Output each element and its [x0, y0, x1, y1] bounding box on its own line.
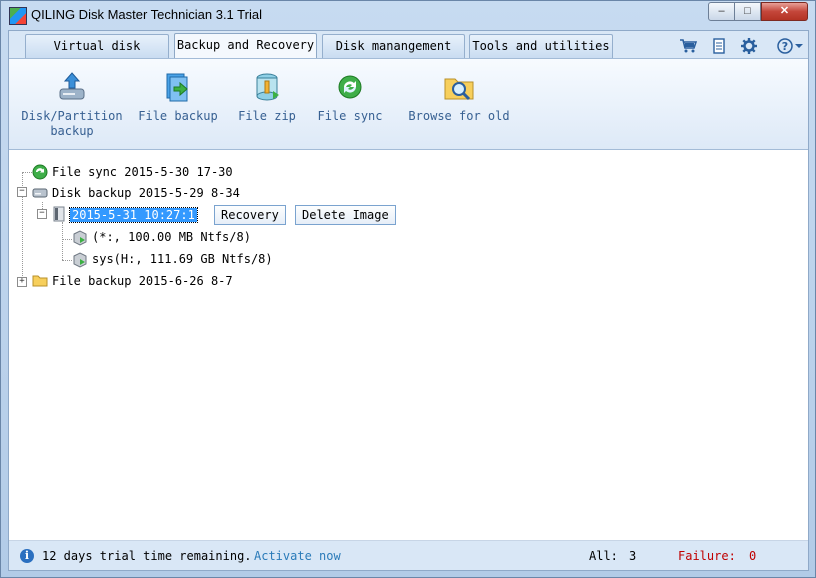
tree-item-file-backup[interactable]: File backup 2015-6-26 8-7 [52, 272, 233, 290]
recovery-button[interactable]: Recovery [214, 205, 286, 225]
disk-partition-backup-button[interactable]: Disk/Partition backup [15, 69, 129, 139]
toolbar-ribbon: Disk/Partition backup File backup File z… [9, 58, 808, 150]
collapse-icon[interactable]: − [17, 187, 27, 197]
failure-count-label: Failure: [678, 549, 736, 563]
file-backup-button[interactable]: File backup [137, 69, 219, 124]
app-logo-icon [9, 7, 27, 25]
trial-status-text: 12 days trial time remaining. [42, 549, 252, 563]
main-panel: Virtual disk Backup and Recovery Disk ma… [8, 30, 809, 571]
disk-partition-label-2: backup [50, 124, 94, 138]
tree-item-partition-2[interactable]: sys(H:, 111.69 GB Ntfs/8) [92, 250, 273, 268]
close-button[interactable]: ✕ [761, 2, 808, 21]
failure-count-value: 0 [749, 549, 757, 563]
file-sync-label: File sync [317, 109, 383, 123]
cart-icon[interactable] [679, 37, 697, 55]
backup-tree: File sync 2015-5-30 17-30 − Disk backup … [9, 150, 808, 541]
tree-connector [62, 239, 72, 240]
file-sync-icon [32, 164, 48, 180]
file-zip-icon [256, 73, 279, 101]
app-window: QILING Disk Master Technician 3.1 Trial … [0, 0, 816, 578]
tree-item-file-sync[interactable]: File sync 2015-5-30 17-30 [52, 163, 233, 181]
file-zip-button[interactable]: File zip [231, 69, 303, 124]
collapse-icon[interactable]: − [37, 209, 47, 219]
file-sync-icon [338, 75, 362, 99]
tree-item-image-node[interactable]: 2015-5-31 10:27:1 [69, 206, 198, 224]
partition-icon [73, 252, 87, 268]
tab-tools-and-utilities[interactable]: Tools and utilities [469, 34, 613, 58]
info-icon: i [20, 549, 34, 563]
tab-disk-management[interactable]: Disk manangement [322, 34, 465, 58]
help-icon[interactable]: ? [776, 37, 804, 55]
partition-icon [73, 230, 87, 246]
expand-icon[interactable]: + [17, 277, 27, 287]
selected-image-label: 2015-5-31 10:27:1 [69, 207, 198, 223]
file-sync-button[interactable]: File sync [312, 69, 388, 124]
all-count-value: 3 [629, 549, 637, 563]
disk-partition-label-1: Disk/Partition [21, 109, 123, 123]
folder-icon [32, 275, 48, 287]
file-backup-icon [166, 73, 188, 102]
gear-icon[interactable] [740, 37, 758, 55]
all-count-label: All: [589, 549, 618, 563]
maximize-button[interactable]: □ [734, 2, 761, 21]
tab-virtual-disk[interactable]: Virtual disk [25, 34, 169, 58]
window-title: QILING Disk Master Technician 3.1 Trial [31, 7, 262, 22]
disk-backup-icon [59, 72, 85, 100]
status-bar: i 12 days trial time remaining. Activate… [9, 542, 808, 570]
folder-search-icon [444, 78, 474, 101]
delete-image-button[interactable]: Delete Image [295, 205, 396, 225]
tree-item-partition-1[interactable]: (*:, 100.00 MB Ntfs/8) [92, 228, 251, 246]
minimize-button[interactable]: – [708, 2, 735, 21]
document-icon[interactable] [710, 37, 728, 55]
browse-for-old-label: Browse for old [408, 109, 510, 123]
hard-disk-icon [32, 188, 48, 198]
file-backup-label: File backup [138, 109, 218, 123]
browse-for-old-button[interactable]: Browse for old [404, 69, 514, 124]
svg-text:?: ? [782, 40, 788, 53]
tree-item-disk-backup[interactable]: Disk backup 2015-5-29 8-34 [52, 184, 240, 202]
file-zip-label: File zip [238, 109, 296, 123]
tab-backup-and-recovery[interactable]: Backup and Recovery [174, 33, 317, 59]
activate-now-link[interactable]: Activate now [254, 549, 341, 563]
title-bar[interactable]: QILING Disk Master Technician 3.1 Trial … [1, 1, 815, 29]
disk-image-icon [53, 206, 65, 222]
tree-connector [62, 222, 63, 260]
tree-connector [62, 260, 72, 261]
tab-bar: Virtual disk Backup and Recovery Disk ma… [9, 31, 808, 59]
